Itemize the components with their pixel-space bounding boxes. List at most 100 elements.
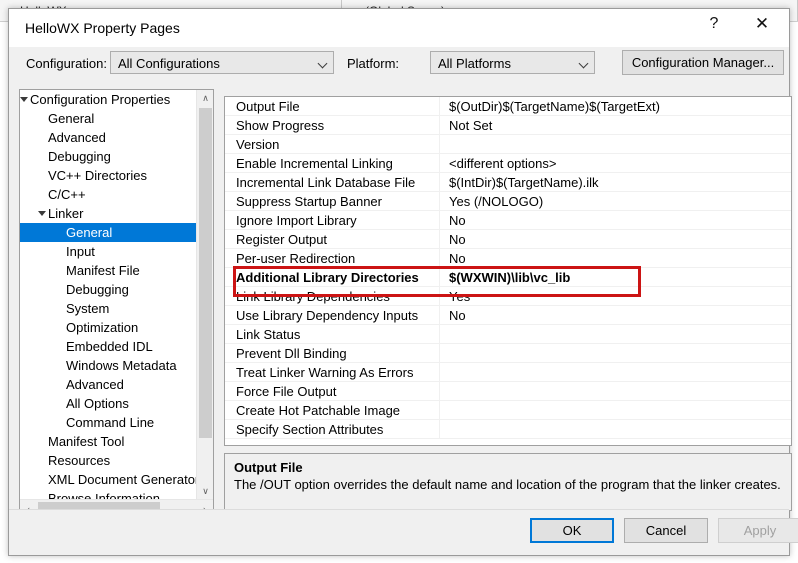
tree-item-label: Manifest File (66, 263, 140, 278)
property-value[interactable]: Yes (440, 287, 791, 306)
tree-item-input[interactable]: Input (20, 242, 196, 261)
apply-button: Apply (718, 518, 798, 543)
tree-item-all-options[interactable]: All Options (20, 394, 196, 413)
property-name: Additional Library Directories (225, 268, 440, 287)
cancel-button[interactable]: Cancel (624, 518, 708, 543)
property-row[interactable]: Specify Section Attributes (225, 420, 791, 439)
configuration-dropdown[interactable]: All Configurations (110, 51, 334, 74)
tree-item-manifest-tool[interactable]: Manifest Tool (20, 432, 196, 451)
tree-item-advanced[interactable]: Advanced (20, 128, 196, 147)
property-row[interactable]: Output File$(OutDir)$(TargetName)$(Targe… (225, 97, 791, 116)
twisty-expanded-icon[interactable] (36, 204, 48, 223)
property-name: Per-user Redirection (225, 249, 440, 268)
tree-item-debugging[interactable]: Debugging (20, 147, 196, 166)
property-row[interactable]: Prevent Dll Binding (225, 344, 791, 363)
property-value[interactable]: No (440, 306, 791, 325)
tree-item-optimization[interactable]: Optimization (20, 318, 196, 337)
property-name: Use Library Dependency Inputs (225, 306, 440, 325)
property-row[interactable]: Additional Library Directories$(WXWIN)\l… (225, 268, 791, 287)
tree-item-configuration-properties[interactable]: Configuration Properties (20, 90, 196, 109)
property-row[interactable]: Incremental Link Database File$(IntDir)$… (225, 173, 791, 192)
tree-item-c-c[interactable]: C/C++ (20, 185, 196, 204)
property-row[interactable]: Link Library DependenciesYes (225, 287, 791, 306)
property-value[interactable]: No (440, 249, 791, 268)
property-row[interactable]: Suppress Startup BannerYes (/NOLOGO) (225, 192, 791, 211)
platform-label: Platform: (347, 56, 399, 71)
platform-dropdown[interactable]: All Platforms (430, 51, 595, 74)
tree-item-windows-metadata[interactable]: Windows Metadata (20, 356, 196, 375)
property-name: Show Progress (225, 116, 440, 135)
tree-items-container: Configuration PropertiesGeneralAdvancedD… (20, 90, 196, 500)
property-name: Link Status (225, 325, 440, 344)
property-row[interactable]: Ignore Import LibraryNo (225, 211, 791, 230)
twisty-collapsed-icon[interactable] (36, 432, 48, 451)
property-row[interactable]: Link Status (225, 325, 791, 344)
description-title: Output File (234, 460, 782, 475)
configuration-dropdown-value: All Configurations (118, 56, 220, 71)
help-icon[interactable]: ? (691, 9, 737, 39)
property-row[interactable]: Version (225, 135, 791, 154)
property-value[interactable]: $(OutDir)$(TargetName)$(TargetExt) (440, 97, 791, 116)
property-value[interactable] (440, 135, 791, 154)
tree-item-label: General (66, 225, 112, 240)
scroll-up-icon[interactable]: ∧ (197, 90, 214, 107)
tree-item-label: VC++ Directories (48, 168, 147, 183)
tree-item-label: All Options (66, 396, 129, 411)
property-value[interactable] (440, 420, 791, 439)
tree-item-general[interactable]: General (20, 109, 196, 128)
twisty-collapsed-icon[interactable] (36, 185, 48, 204)
tree-item-resources[interactable]: Resources (20, 451, 196, 470)
property-name: Incremental Link Database File (225, 173, 440, 192)
property-row[interactable]: Show ProgressNot Set (225, 116, 791, 135)
tree-vertical-scrollbar[interactable]: ∧ ∨ (196, 90, 213, 500)
property-row[interactable]: Treat Linker Warning As Errors (225, 363, 791, 382)
property-value[interactable]: <different options> (440, 154, 791, 173)
property-value[interactable]: No (440, 211, 791, 230)
property-value[interactable]: Not Set (440, 116, 791, 135)
close-icon[interactable]: ✕ (739, 9, 785, 39)
configuration-properties-tree: Configuration PropertiesGeneralAdvancedD… (19, 89, 214, 517)
property-row[interactable]: Force File Output (225, 382, 791, 401)
tree-item-manifest-file[interactable]: Manifest File (20, 261, 196, 280)
tree-item-advanced[interactable]: Advanced (20, 375, 196, 394)
property-name: Link Library Dependencies (225, 287, 440, 306)
property-value[interactable]: No (440, 230, 791, 249)
tree-item-xml-document-generator[interactable]: XML Document Generator (20, 470, 196, 489)
configuration-manager-button[interactable]: Configuration Manager... (622, 50, 784, 75)
twisty-collapsed-icon[interactable] (36, 470, 48, 489)
tree-item-label: System (66, 301, 109, 316)
property-value[interactable]: $(IntDir)$(TargetName).ilk (440, 173, 791, 192)
tree-item-command-line[interactable]: Command Line (20, 413, 196, 432)
tree-item-label: Input (66, 244, 95, 259)
twisty-expanded-icon[interactable] (20, 90, 30, 109)
twisty-collapsed-icon[interactable] (36, 451, 48, 470)
chevron-down-icon (318, 59, 328, 69)
property-name: Enable Incremental Linking (225, 154, 440, 173)
scroll-down-icon[interactable]: ∨ (197, 483, 214, 500)
ok-button[interactable]: OK (530, 518, 614, 543)
tree-item-vc-directories[interactable]: VC++ Directories (20, 166, 196, 185)
dialog-titlebar: HelloWX Property Pages ? ✕ (9, 9, 789, 47)
property-value[interactable] (440, 325, 791, 344)
property-row[interactable]: Per-user RedirectionNo (225, 249, 791, 268)
property-row[interactable]: Register OutputNo (225, 230, 791, 249)
property-value[interactable] (440, 344, 791, 363)
property-value[interactable]: $(WXWIN)\lib\vc_lib (440, 268, 791, 287)
tree-item-linker[interactable]: Linker (20, 204, 196, 223)
tree-vertical-scrollbar-thumb[interactable] (199, 108, 212, 438)
property-row[interactable]: Enable Incremental Linking<different opt… (225, 154, 791, 173)
dialog-footer: OK Cancel Apply (9, 509, 789, 555)
property-value[interactable] (440, 382, 791, 401)
property-value[interactable] (440, 401, 791, 420)
tree-item-debugging[interactable]: Debugging (20, 280, 196, 299)
property-name: Version (225, 135, 440, 154)
property-row[interactable]: Create Hot Patchable Image (225, 401, 791, 420)
property-name: Force File Output (225, 382, 440, 401)
property-value[interactable] (440, 363, 791, 382)
property-value[interactable]: Yes (/NOLOGO) (440, 192, 791, 211)
tree-item-system[interactable]: System (20, 299, 196, 318)
description-text: The /OUT option overrides the default na… (234, 477, 782, 492)
tree-item-embedded-idl[interactable]: Embedded IDL (20, 337, 196, 356)
tree-item-general[interactable]: General (20, 223, 196, 242)
property-row[interactable]: Use Library Dependency InputsNo (225, 306, 791, 325)
